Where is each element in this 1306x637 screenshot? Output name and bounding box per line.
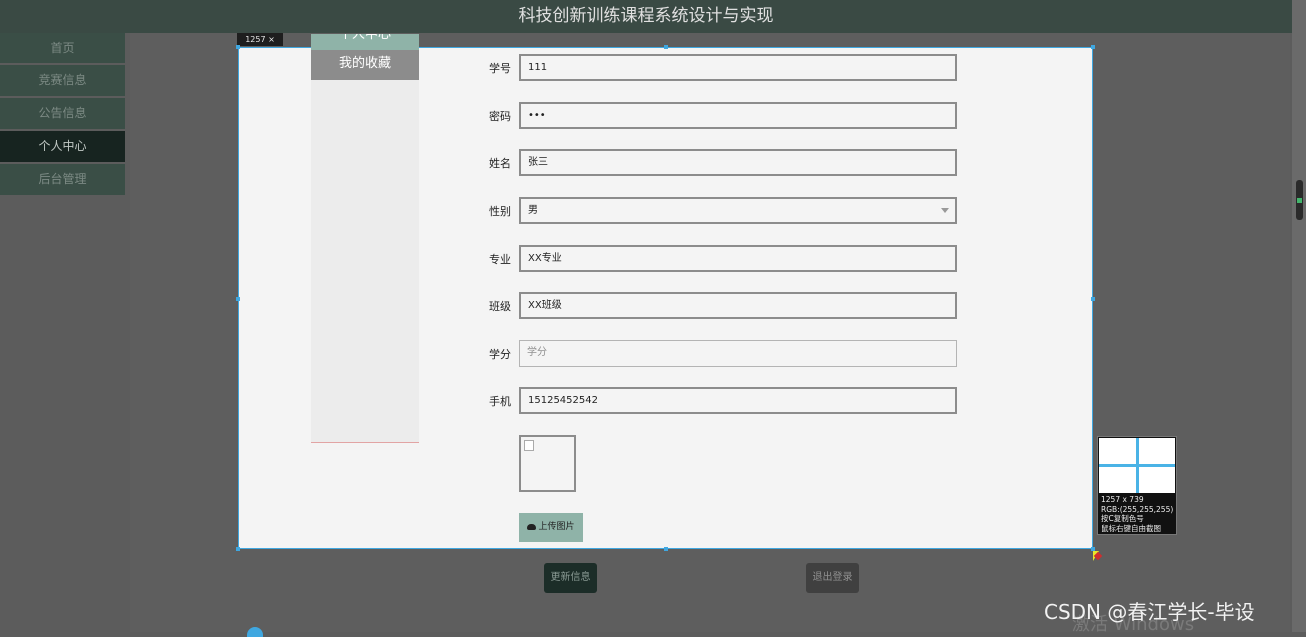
form-row-student-id: 学号 111 [479,54,959,82]
student-id-label: 学号 [489,62,511,75]
update-info-button[interactable]: 更新信息 [544,563,597,593]
name-label: 姓名 [489,157,511,170]
resize-handle-bottom[interactable] [664,547,668,551]
magnifier-rgb: RGB:(255,255,255) [1101,504,1174,514]
class-input[interactable]: XX班级 [519,292,957,319]
resize-handle-bottom-left[interactable] [236,547,240,551]
cloud-upload-icon [527,523,537,530]
site-title: 科技创新训练课程系统设计与实现 [518,6,774,26]
floating-widget-icon[interactable] [247,627,263,637]
resize-handle-top-left[interactable] [236,45,240,49]
nav-item-home[interactable]: 首页 [0,33,125,63]
major-label: 专业 [489,253,511,266]
credits-input[interactable]: 学分 [519,340,957,367]
password-label: 密码 [489,110,511,123]
major-input[interactable]: XX专业 [519,245,957,272]
magnifier-rightclick-hint: 鼠标右键自由截图 [1101,523,1161,533]
credits-label: 学分 [489,348,511,361]
class-label: 班级 [489,300,511,313]
avatar-image-preview [519,435,576,492]
magnifier-copy-hint: 按C复制色号 [1101,514,1144,523]
form-row-gender: 性别 男 [479,197,959,225]
name-input[interactable]: 张三 [519,149,957,176]
form-row-class: 班级 XX班级 [479,292,959,320]
main-nav: 首页 竞赛信息 公告信息 个人中心 后台管理 [0,33,127,197]
form-row-major: 专业 XX专业 [479,245,959,273]
resize-handle-top[interactable] [664,45,668,49]
gender-label: 性别 [489,205,511,218]
page-scrollbar[interactable] [1292,0,1306,632]
resize-handle-right[interactable] [1091,297,1095,301]
crosshair-horizontal [1099,464,1175,467]
screenshot-capture-region[interactable]: 个人中心 我的收藏 学号 111 密码 ••• 姓名 张三 性别 男 专业 XX… [236,34,1095,551]
upload-image-label: 上传图片 [538,522,575,532]
nav-item-competition-info[interactable]: 竞赛信息 [0,65,125,96]
form-row-name: 姓名 张三 [479,149,959,177]
nav-item-personal-center[interactable]: 个人中心 [0,131,125,162]
profile-sidebar: 个人中心 我的收藏 [311,34,419,443]
csdn-watermark: CSDN @春江学长-毕设 [1044,600,1255,624]
magnifier-zoom-area [1099,438,1175,493]
resize-handle-top-right[interactable] [1091,45,1095,49]
profile-sidebar-favorites[interactable]: 我的收藏 [311,50,419,80]
broken-image-icon [524,440,534,451]
page-header: 科技创新训练课程系统设计与实现 [0,0,1292,33]
magnifier-size: 1257 x 739 [1101,495,1144,504]
scrollbar-indicator [1297,198,1302,203]
nav-item-admin[interactable]: 后台管理 [0,164,125,195]
upload-image-button[interactable]: 上传图片 [519,513,583,542]
nav-item-announcements[interactable]: 公告信息 [0,98,125,129]
gender-selected-value: 男 [528,205,538,216]
form-row-credits: 学分 学分 [479,340,959,368]
phone-label: 手机 [489,395,511,408]
magnifier-preview: 1257 x 739 RGB:(255,255,255) 按C复制色号 鼠标右键… [1097,436,1177,535]
password-input[interactable]: ••• [519,102,957,129]
magnifier-info: 1257 x 739 RGB:(255,255,255) 按C复制色号 鼠标右键… [1101,495,1173,533]
gender-select[interactable]: 男 [519,197,957,224]
chevron-down-icon [941,208,949,213]
phone-input[interactable]: 15125452542 [519,387,957,414]
profile-sidebar-personal-center[interactable]: 个人中心 [311,34,419,50]
form-row-password: 密码 ••• [479,102,959,130]
resize-handle-left[interactable] [236,297,240,301]
capture-size-label: 1257 × 739 [237,33,283,57]
student-id-input[interactable]: 111 [519,54,957,81]
form-row-phone: 手机 15125452542 [479,387,959,415]
logout-button[interactable]: 退出登录 [806,563,859,593]
